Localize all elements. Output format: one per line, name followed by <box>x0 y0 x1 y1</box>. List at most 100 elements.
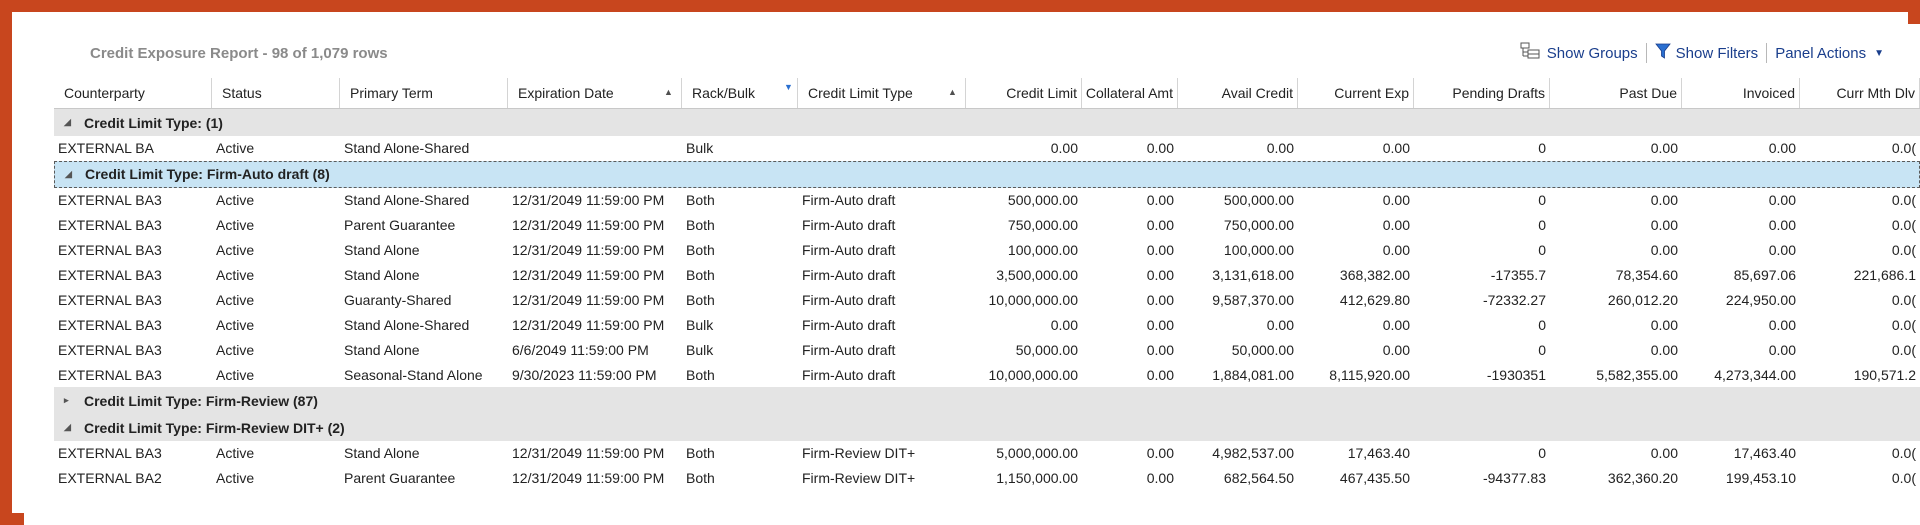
column-header[interactable]: Credit Limit Type <box>798 78 966 108</box>
table-row[interactable]: EXTERNAL BA3 Active Stand Alone 12/31/2049 … <box>54 238 1920 263</box>
table-cell: 0.00 <box>1650 445 1678 462</box>
collapse-group-icon[interactable]: ◢ <box>64 414 71 441</box>
collapse-group-icon[interactable]: ◢ <box>65 162 72 187</box>
group-header-row[interactable]: ▸ Credit Limit Type: Firm-Review (87) <box>54 387 1920 415</box>
table-row[interactable]: EXTERNAL BA3 Active Stand Alone 6/6/2049 11… <box>54 337 1920 362</box>
table-cell: 12/31/2049 11:59:00 PM <box>512 267 665 283</box>
table-cell: Both <box>686 366 715 383</box>
table-cell: 412,629.80 <box>1339 291 1410 308</box>
table-cell: Active <box>216 341 255 358</box>
table-cell: 0.00 <box>1146 192 1174 209</box>
table-cell: Active <box>216 217 255 234</box>
table-cell: 467,435.50 <box>1339 470 1410 487</box>
column-header[interactable]: Past Due <box>1550 78 1682 108</box>
table-cell: Seasonal-Stand Alone <box>344 366 483 383</box>
table-cell: 0.00 <box>1050 140 1078 157</box>
table-cell: 0 <box>1538 242 1546 259</box>
table-cell: -1930351 <box>1486 366 1546 383</box>
table-cell: 0.0( <box>1891 341 1916 358</box>
group-header-row[interactable]: ◢ Credit Limit Type: (1) <box>54 109 1920 136</box>
group-header-row[interactable]: ◢ Credit Limit Type: Firm-Auto draft (8) <box>54 160 1920 188</box>
sort-ascending-icon[interactable]: ▲ <box>948 87 957 97</box>
table-cell: 0 <box>1538 316 1546 333</box>
table-cell: 0.00 <box>1768 242 1796 259</box>
table-cell: 0.0( <box>1891 445 1916 462</box>
table-cell: 12/31/2049 11:59:00 PM <box>512 445 665 462</box>
table-cell: Parent Guarantee <box>344 217 456 234</box>
group-header-row[interactable]: ◢ Credit Limit Type: Firm-Review DIT+ (2) <box>54 414 1920 442</box>
show-groups-button[interactable]: Show Groups <box>1512 42 1646 64</box>
column-header[interactable]: Rack/Bulk <box>682 78 798 108</box>
table-cell: 5,582,355.00 <box>1596 366 1678 383</box>
table-row[interactable]: EXTERNAL BA3 Active Stand Alone-Shared 12/3… <box>54 188 1920 213</box>
table-row[interactable]: EXTERNAL BA3 Active Guaranty-Shared 12/31/2… <box>54 287 1920 312</box>
table-cell: Stand Alone <box>344 242 420 259</box>
column-header[interactable]: Avail Credit <box>1178 78 1298 108</box>
table-cell: 682,564.50 <box>1223 470 1294 487</box>
table-cell: Firm-Auto draft <box>802 316 896 333</box>
table-cell: 0.00 <box>1650 217 1678 234</box>
table-cell: Active <box>216 316 255 333</box>
table-row[interactable]: EXTERNAL BA3 Active Stand Alone 12/31/2049 … <box>54 441 1920 466</box>
table-cell: 0.00 <box>1146 470 1174 487</box>
table-cell: 0 <box>1538 445 1546 462</box>
expand-group-icon[interactable]: ▸ <box>64 387 69 414</box>
table-cell: 12/31/2049 11:59:00 PM <box>512 217 665 234</box>
table-cell: Active <box>216 267 255 283</box>
table-row[interactable]: EXTERNAL BA3 Active Stand Alone-Shared 12/3… <box>54 312 1920 337</box>
table-cell: -94377.83 <box>1482 470 1546 487</box>
table-cell: 0.00 <box>1266 140 1294 157</box>
table-cell: 4,982,537.00 <box>1212 445 1294 462</box>
table-cell: 12/31/2049 11:59:00 PM <box>512 242 665 259</box>
table-cell: Both <box>686 470 715 487</box>
table-cell: 10,000,000.00 <box>988 366 1078 383</box>
table-cell: 0.00 <box>1650 316 1678 333</box>
table-cell: Bulk <box>686 316 714 333</box>
table-cell: 3,500,000.00 <box>996 267 1078 283</box>
table-row[interactable]: EXTERNAL BA3 Active Stand Alone 12/31/2049 … <box>54 263 1920 288</box>
table-cell: 190,571.2 <box>1853 366 1916 383</box>
table-cell: -72332.27 <box>1482 291 1546 308</box>
table-cell: Stand Alone <box>344 267 420 283</box>
column-header[interactable]: Expiration Date <box>508 78 682 108</box>
column-header[interactable]: Status <box>212 78 340 108</box>
table-row[interactable]: EXTERNAL BA3 Active Seasonal-Stand Alone 9/… <box>54 362 1920 387</box>
collapse-group-icon[interactable]: ◢ <box>64 109 71 136</box>
table-cell: 1,150,000.00 <box>996 470 1078 487</box>
panel-actions-menu[interactable]: Panel Actions ▼ <box>1767 45 1892 62</box>
table-cell: 0 <box>1538 217 1546 234</box>
group-label: Credit Limit Type: Firm-Auto draft (8) <box>85 166 330 183</box>
column-header[interactable]: Collateral Amt <box>1082 78 1178 108</box>
table-cell: 0 <box>1538 192 1546 209</box>
table-cell: 0.00 <box>1146 242 1174 259</box>
table-cell: 4,273,344.00 <box>1714 366 1796 383</box>
table-cell: Bulk <box>686 140 714 157</box>
show-filters-button[interactable]: Show Filters <box>1647 43 1767 63</box>
column-header[interactable]: Pending Drafts <box>1414 78 1550 108</box>
table-cell: 50,000.00 <box>1231 341 1294 358</box>
panel-actions-label: Panel Actions <box>1775 44 1867 62</box>
column-header[interactable]: Primary Term <box>340 78 508 108</box>
column-header[interactable]: Invoiced <box>1682 78 1800 108</box>
column-header[interactable]: Curr Mth Dlv <box>1800 78 1920 108</box>
table-row[interactable]: EXTERNAL BA Active Stand Alone-Shared Bulk 0… <box>54 136 1920 161</box>
table-cell: 0.00 <box>1382 140 1410 157</box>
column-header[interactable]: Credit Limit <box>966 78 1082 108</box>
column-filter-icon[interactable]: ▼ <box>784 82 793 92</box>
table-cell: 0.00 <box>1650 242 1678 259</box>
table-cell: 199,453.10 <box>1725 470 1796 487</box>
table-cell: 10,000,000.00 <box>988 291 1078 308</box>
table-cell: Both <box>686 217 715 234</box>
table-cell: 9/30/2023 11:59:00 PM <box>512 366 657 383</box>
table-cell: 0.00 <box>1146 291 1174 308</box>
column-header[interactable]: Current Exp <box>1298 78 1414 108</box>
table-cell: Firm-Auto draft <box>802 267 896 283</box>
sort-ascending-icon[interactable]: ▲ <box>664 87 673 97</box>
table-cell: 0.00 <box>1382 316 1410 333</box>
table-row[interactable]: EXTERNAL BA2 Active Parent Guarantee 12/31/… <box>54 466 1920 491</box>
table-cell: -17355.7 <box>1490 267 1546 283</box>
column-header[interactable]: Counterparty <box>54 78 212 108</box>
table-cell: Firm-Review DIT+ <box>802 445 916 462</box>
table-row[interactable]: EXTERNAL BA3 Active Parent Guarantee 12/31/… <box>54 213 1920 238</box>
table-cell: 0.0( <box>1891 291 1916 308</box>
